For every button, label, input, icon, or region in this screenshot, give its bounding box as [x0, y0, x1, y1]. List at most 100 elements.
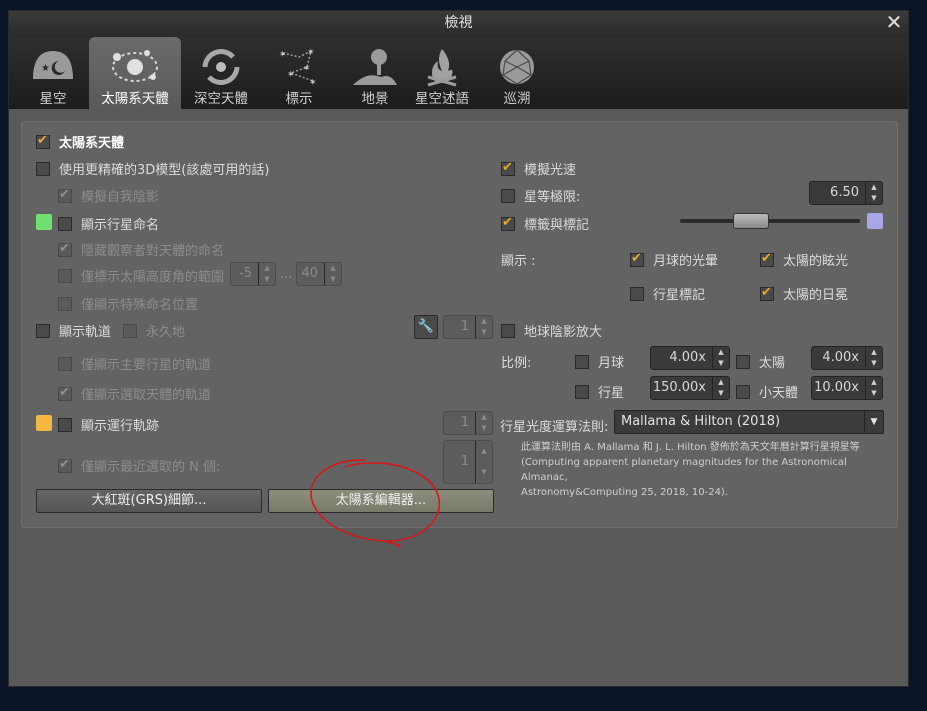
mag-limit-stepper[interactable]: 6.50 ▲ ▼: [809, 181, 883, 205]
wrench-icon[interactable]: 🔧: [414, 315, 438, 339]
tab-markings[interactable]: ✶ ✶ ✶ ✶ ✶ 標示: [261, 37, 337, 109]
stepper-down-icon[interactable]: ▼: [476, 423, 492, 434]
sun-scale-stepper[interactable]: 4.00x ▲ ▼: [811, 346, 883, 370]
altitude-max-stepper[interactable]: 40 ▲ ▼: [296, 262, 342, 286]
tab-survey[interactable]: 巡溯: [477, 37, 557, 109]
orbits-label: 顯示軌道: [59, 325, 112, 340]
solar-system-objects-row: 太陽系天體: [36, 132, 124, 151]
sun-corona-checkbox[interactable]: [760, 285, 774, 301]
selected-orbits-checkbox[interactable]: [58, 385, 72, 401]
stepper-up-icon[interactable]: ▲: [713, 347, 729, 358]
labels-color-swatch[interactable]: [867, 213, 883, 229]
stepper-up-icon[interactable]: ▲: [476, 412, 492, 423]
self-shadow-checkbox[interactable]: [58, 187, 72, 203]
tab-deep-sky[interactable]: 深空天體: [181, 37, 261, 109]
stepper-up-icon[interactable]: ▲: [325, 263, 341, 274]
trails-checkbox[interactable]: [58, 417, 72, 432]
stepper-down-icon[interactable]: ▼: [325, 274, 341, 285]
range-separator: ...: [280, 267, 293, 282]
self-shadow-row: 模擬自我陰影: [58, 186, 159, 205]
orbit-thickness-value: 1: [460, 319, 469, 334]
stepper-up-icon[interactable]: ▲: [476, 316, 492, 327]
stepper-down-icon[interactable]: ▼: [713, 388, 729, 399]
galaxy-icon: [202, 49, 240, 85]
altitude-range-label: 僅標示太陽高度角的範圍: [81, 270, 225, 285]
solar-system-checkbox[interactable]: [36, 133, 50, 149]
minor-scale-value: 10.00x: [814, 380, 859, 395]
light-speed-checkbox[interactable]: [501, 160, 515, 176]
stepper-down-icon[interactable]: ▼: [713, 358, 729, 369]
minor-scale-checkbox[interactable]: [736, 384, 750, 399]
tab-label: 地景: [361, 91, 389, 107]
sun-corona-label: 太陽的日冕: [783, 288, 849, 303]
stepper-up-icon[interactable]: ▲: [259, 263, 275, 274]
minor-scale-stepper[interactable]: 10.00x ▲ ▼: [811, 376, 883, 400]
tab-landscape[interactable]: 地景: [337, 37, 413, 109]
stepper-up-icon[interactable]: ▲: [476, 441, 492, 462]
hide-observer-checkbox[interactable]: [58, 241, 72, 257]
sun-scale-checkbox[interactable]: [736, 354, 750, 369]
labels-slider-handle[interactable]: [733, 213, 769, 229]
solar-system-icon: [112, 50, 158, 82]
moon-halo-checkbox[interactable]: [630, 251, 644, 267]
accurate-3d-checkbox[interactable]: [36, 161, 50, 176]
earth-shadow-checkbox[interactable]: [501, 323, 515, 338]
labels-markers-checkbox[interactable]: [501, 215, 515, 231]
algorithm-label: 行星光度運算法則:: [500, 420, 609, 435]
major-orbits-checkbox[interactable]: [58, 356, 72, 371]
planet-markers-checkbox[interactable]: [630, 286, 644, 301]
tab-solar-system[interactable]: 太陽系天體: [89, 37, 181, 109]
stepper-down-icon[interactable]: ▼: [866, 388, 882, 399]
stepper-down-icon[interactable]: ▼: [866, 193, 882, 204]
selected-orbits-row: 僅顯示選取天體的軌道: [58, 384, 211, 403]
planets-scale-stepper[interactable]: 150.00x ▲ ▼: [650, 376, 730, 400]
permanent-checkbox[interactable]: [123, 323, 138, 338]
algorithm-select[interactable]: Mallama & Hilton (2018) ▼: [614, 410, 884, 434]
sun-glare-checkbox[interactable]: [760, 251, 774, 267]
tab-label: 巡溯: [503, 91, 531, 107]
mag-limit-value: 6.50: [830, 185, 859, 200]
planet-label-color-swatch[interactable]: [36, 214, 52, 230]
stepper-up-icon[interactable]: ▲: [866, 182, 882, 193]
moon-scale-checkbox[interactable]: [575, 354, 589, 369]
orbits-checkbox[interactable]: [36, 323, 50, 338]
labels-markers-row: 標籤與標記: [501, 214, 589, 233]
stepper-down-icon[interactable]: ▼: [476, 327, 492, 338]
view-dialog: 檢視 ✕ ★ 星空 太陽系天體 深空天體 ✶ ✶ ✶ ✶ ✶ 標示 地景 星空述…: [8, 10, 909, 687]
tab-sky-culture[interactable]: 星空述語: [409, 37, 475, 109]
trail-thickness-value: 1: [460, 415, 469, 430]
orbit-thickness-stepper[interactable]: 1 ▲ ▼: [443, 315, 493, 339]
planet-labels-label: 顯示行星命名: [81, 218, 160, 233]
last-n-checkbox[interactable]: [58, 457, 72, 473]
planet-labels-checkbox[interactable]: [58, 216, 72, 231]
stepper-down-icon[interactable]: ▼: [866, 358, 882, 369]
last-n-value: 1: [460, 454, 469, 469]
planets-scale-row: 行星: [575, 382, 624, 401]
trail-thickness-stepper[interactable]: 1 ▲ ▼: [443, 411, 493, 435]
close-icon[interactable]: ✕: [884, 12, 904, 32]
moon-scale-stepper[interactable]: 4.00x ▲ ▼: [650, 346, 730, 370]
labels-slider-track[interactable]: [680, 213, 860, 229]
mag-limit-checkbox[interactable]: [501, 188, 515, 203]
tab-sky[interactable]: ★ 星空: [13, 37, 93, 109]
planets-scale-checkbox[interactable]: [575, 384, 589, 399]
constellation-icon: ✶ ✶ ✶ ✶ ✶: [279, 48, 317, 88]
earth-shadow-label: 地球陰影放大: [524, 325, 603, 340]
altitude-range-checkbox[interactable]: [58, 268, 72, 283]
stepper-down-icon[interactable]: ▼: [476, 462, 492, 483]
moon-scale-value: 4.00x: [669, 350, 706, 365]
special-positions-checkbox[interactable]: [58, 296, 72, 311]
chevron-down-icon[interactable]: ▼: [864, 411, 883, 433]
self-shadow-label: 模擬自我陰影: [81, 190, 160, 205]
trail-color-swatch[interactable]: [36, 415, 52, 431]
last-n-stepper[interactable]: 1 ▲ ▼: [443, 440, 493, 484]
stepper-up-icon[interactable]: ▲: [713, 377, 729, 388]
stepper-up-icon[interactable]: ▲: [866, 377, 882, 388]
sun-glare-label: 太陽的眩光: [783, 254, 849, 269]
grs-details-button[interactable]: 大紅斑(GRS)細節...: [36, 489, 262, 513]
hide-observer-row: 隱藏觀察者對天體的命名: [58, 240, 224, 259]
globe-icon: [500, 49, 534, 85]
altitude-min-stepper[interactable]: -5 ▲ ▼: [230, 262, 276, 286]
stepper-down-icon[interactable]: ▼: [259, 274, 275, 285]
stepper-up-icon[interactable]: ▲: [866, 347, 882, 358]
